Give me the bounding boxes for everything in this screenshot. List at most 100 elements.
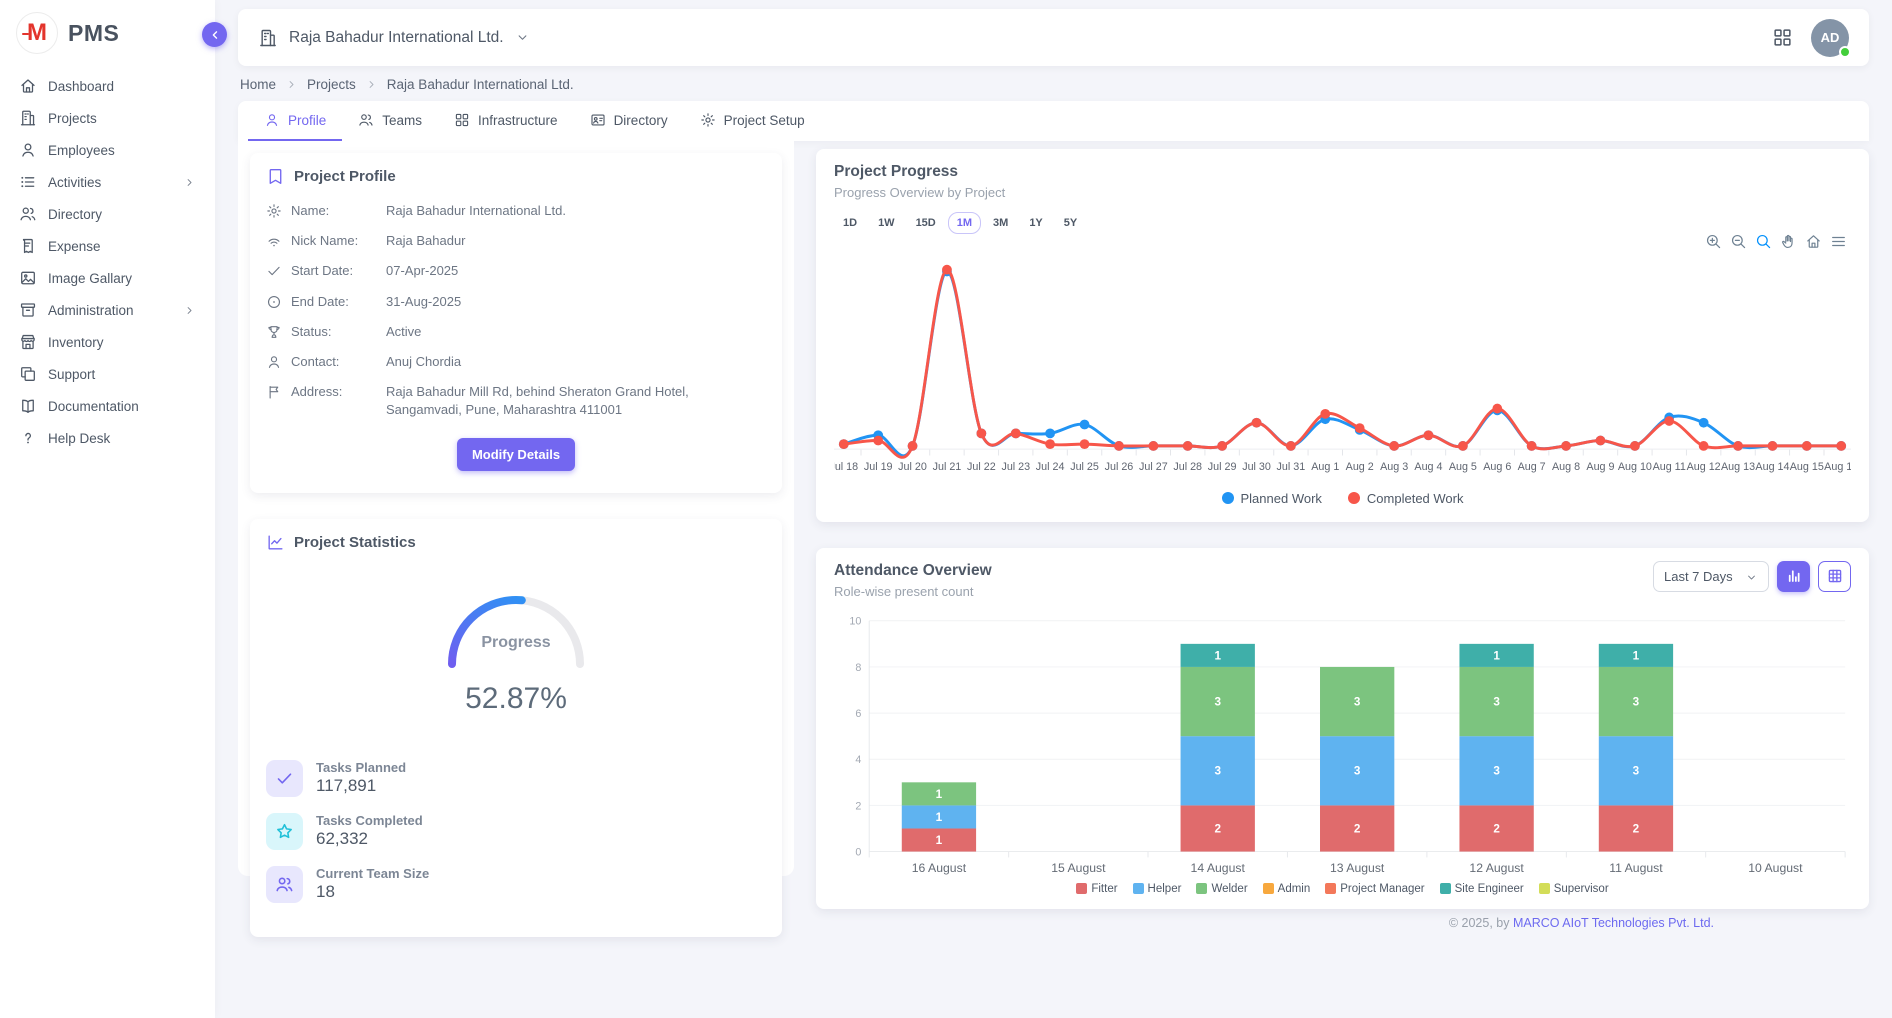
project-progress-title: Project Progress	[834, 163, 1851, 181]
series-completed-work-line	[844, 270, 1841, 458]
legend-label: Fitter	[1091, 883, 1117, 895]
top-header: Raja Bahadur International Ltd. AD	[238, 9, 1869, 66]
chart-view-toggle-button[interactable]	[1777, 561, 1810, 592]
chevron-right-icon	[365, 78, 378, 91]
star-icon	[275, 822, 294, 841]
legend-swatch-icon	[1076, 883, 1087, 894]
legend-helper[interactable]: Helper	[1133, 883, 1182, 895]
svg-text:Aug 3: Aug 3	[1380, 461, 1408, 473]
legend-supervisor[interactable]: Supervisor	[1539, 883, 1609, 895]
range-15d-button[interactable]: 15D	[907, 212, 945, 234]
field-value: 07-Apr-2025	[386, 262, 766, 280]
bar-chart-legend: Fitter Helper Welder Admin Project Manager Si…	[834, 881, 1851, 903]
legend-swatch-icon	[1196, 883, 1207, 894]
tab-teams[interactable]: Teams	[342, 101, 438, 141]
breadcrumb: HomeProjectsRaja Bahadur International L…	[238, 66, 1869, 101]
zout-icon[interactable]	[1730, 233, 1747, 250]
svg-text:2: 2	[855, 800, 861, 812]
sidebar-nav: DashboardProjects Employees ActivitiesDire…	[0, 68, 215, 456]
chevd-icon	[515, 30, 530, 45]
menu-icon[interactable]	[1830, 233, 1847, 250]
sidebar-collapse-button[interactable]	[202, 22, 227, 47]
sidebar-item-administration[interactable]: Administration	[10, 294, 205, 326]
stat-value: 117,891	[316, 776, 406, 796]
svg-text:3: 3	[1354, 764, 1361, 777]
svg-text:3: 3	[1493, 695, 1500, 708]
sidebar-item-support[interactable]: Support	[10, 358, 205, 390]
list-icon	[19, 173, 37, 191]
svg-text:Jul 24: Jul 24	[1036, 461, 1065, 473]
home-icon[interactable]	[1805, 233, 1822, 250]
stat-label: Current Team Size	[316, 866, 429, 881]
sidebar-item-inventory[interactable]: Inventory	[10, 326, 205, 358]
modify-details-button[interactable]: Modify Details	[457, 438, 575, 471]
breadcrumb-item-home[interactable]: Home	[240, 77, 276, 92]
range-1w-button[interactable]: 1W	[869, 212, 904, 234]
chevr-icon	[183, 176, 196, 189]
legend-swatch-icon	[1263, 883, 1274, 894]
legend-project-manager[interactable]: Project Manager	[1325, 883, 1424, 895]
range-1m-button[interactable]: 1M	[948, 212, 981, 234]
sidebar-item-employees[interactable]: Employees	[10, 134, 205, 166]
tab-label: Project Setup	[724, 113, 805, 128]
table-view-toggle-button[interactable]	[1818, 561, 1851, 592]
legend-welder[interactable]: Welder	[1196, 883, 1247, 895]
tab-directory[interactable]: Directory	[574, 101, 684, 141]
company-switcher[interactable]: Raja Bahadur International Ltd.	[258, 28, 530, 48]
hand-icon[interactable]	[1780, 233, 1797, 250]
stat-item-current-team-size: Current Team Size 18	[266, 866, 766, 903]
footer-company-link[interactable]: MARCO AIoT Technologies Pvt. Ltd.	[1513, 916, 1714, 930]
sidebar-item-image-gallary[interactable]: Image Gallary	[10, 262, 205, 294]
stat-icon-tile	[266, 813, 303, 850]
legend-completed-work[interactable]: Completed Work	[1348, 491, 1464, 506]
sidebar-item-projects[interactable]: Projects	[10, 102, 205, 134]
tab-infrastructure[interactable]: Infrastructure	[438, 101, 574, 141]
sidebar-item-activities[interactable]: Activities	[10, 166, 205, 198]
sidebar-item-expense[interactable]: Expense	[10, 230, 205, 262]
legend-label: Admin	[1278, 883, 1311, 895]
table-icon	[1827, 568, 1843, 584]
svg-text:Aug 14: Aug 14	[1755, 461, 1789, 473]
layers-icon	[19, 365, 37, 383]
sidebar-item-documentation[interactable]: Documentation	[10, 390, 205, 422]
zin-icon[interactable]	[1705, 233, 1722, 250]
svg-text:4: 4	[855, 754, 861, 766]
breadcrumb-item-projects[interactable]: Projects	[307, 77, 356, 92]
trophy-icon	[266, 324, 282, 340]
legend-planned-work[interactable]: Planned Work	[1222, 491, 1322, 506]
user-avatar[interactable]: AD	[1811, 19, 1849, 57]
apps-grid-icon[interactable]	[1772, 27, 1793, 48]
svg-text:1: 1	[1493, 649, 1500, 662]
range-1y-button[interactable]: 1Y	[1020, 212, 1051, 234]
profile-field-address-: Address:Raja Bahadur Mill Rd, behind She…	[266, 383, 766, 419]
attendance-range-select[interactable]: Last 7 Days	[1653, 561, 1769, 592]
tab-profile[interactable]: Profile	[248, 101, 342, 141]
apps-grid-button[interactable]	[1772, 27, 1793, 48]
legend-fitter[interactable]: Fitter	[1076, 883, 1117, 895]
svg-text:2: 2	[1354, 822, 1361, 835]
tab-project-setup[interactable]: Project Setup	[684, 101, 821, 141]
range-5y-button[interactable]: 5Y	[1055, 212, 1086, 234]
svg-text:1: 1	[936, 788, 943, 801]
tab-label: Teams	[382, 113, 422, 128]
sidebar-item-label: Help Desk	[48, 431, 110, 446]
svg-text:11 August: 11 August	[1609, 861, 1663, 875]
svg-text:Jul 29: Jul 29	[1208, 461, 1237, 473]
legend-site-engineer[interactable]: Site Engineer	[1440, 883, 1524, 895]
legend-admin[interactable]: Admin	[1263, 883, 1311, 895]
svg-text:Aug 6: Aug 6	[1483, 461, 1511, 473]
selection-zoom-icon[interactable]	[1755, 233, 1772, 250]
range-1d-button[interactable]: 1D	[834, 212, 866, 234]
sidebar-item-help-desk[interactable]: Help Desk	[10, 422, 205, 454]
app-logo[interactable]: M PMS	[0, 0, 215, 68]
sidebar-item-label: Documentation	[48, 399, 139, 414]
svg-text:Jul 19: Jul 19	[864, 461, 893, 473]
sidebar-item-dashboard[interactable]: Dashboard	[10, 70, 205, 102]
svg-text:Aug 10: Aug 10	[1618, 461, 1652, 473]
svg-text:Jul 26: Jul 26	[1105, 461, 1134, 473]
svg-text:Jul 30: Jul 30	[1242, 461, 1271, 473]
range-3m-button[interactable]: 3M	[984, 212, 1017, 234]
sidebar-item-label: Employees	[48, 143, 115, 158]
project-profile-title: Project Profile	[294, 168, 396, 185]
sidebar-item-directory[interactable]: Directory	[10, 198, 205, 230]
